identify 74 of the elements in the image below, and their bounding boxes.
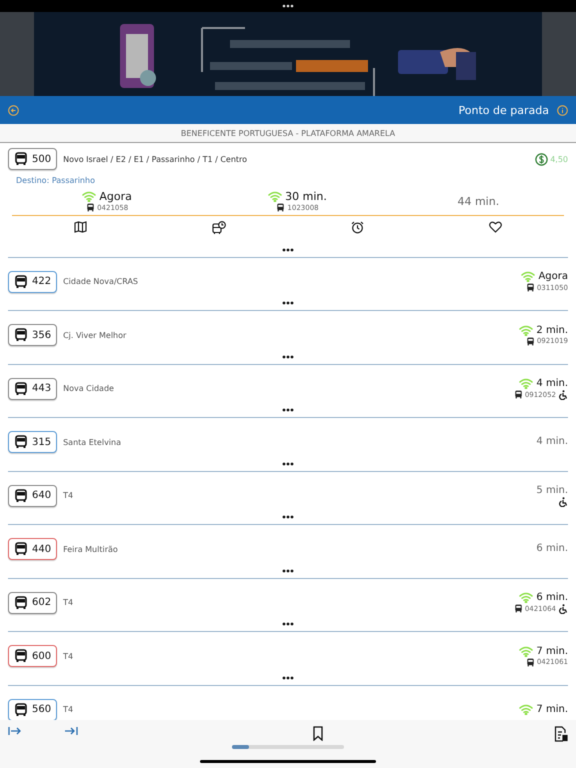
route-badge[interactable]: 602	[8, 592, 58, 614]
route-badge[interactable]: 560	[8, 698, 58, 720]
more-icon[interactable]	[282, 354, 294, 358]
route-badge[interactable]: 315	[8, 431, 58, 453]
bus-icon	[14, 488, 28, 502]
bus-icon	[514, 604, 523, 613]
arrow-to-start-icon[interactable]	[8, 726, 22, 736]
route-name: T4	[63, 705, 74, 714]
bus-icon	[514, 390, 523, 399]
route-name: T4	[63, 598, 74, 607]
bus-icon	[14, 152, 28, 166]
arrival-time: 44 min.	[457, 194, 500, 208]
alarm-icon[interactable]	[350, 221, 364, 234]
arrival-time: 4 min.	[536, 436, 568, 447]
route-name: Nova Cidade	[63, 384, 115, 393]
route-name: Novo Israel / E2 / E1 / Passarinho / T1 / Centro	[63, 154, 248, 164]
bus-icon	[14, 328, 28, 342]
document-icon[interactable]	[554, 726, 568, 742]
more-icon[interactable]	[282, 568, 294, 572]
arrival-time: Agora	[538, 271, 568, 282]
fare-price: 4,50	[550, 154, 568, 164]
route-badge[interactable]: 440	[8, 538, 58, 560]
page-title: Ponto de parada	[458, 104, 549, 116]
bus-icon	[14, 435, 28, 449]
more-icon[interactable]	[282, 515, 294, 519]
arrow-to-end-icon[interactable]	[64, 726, 78, 736]
arrival-time: 7 min.	[536, 704, 568, 714]
arrival-time: 6 min.	[536, 592, 568, 602]
route-badge[interactable]: 356	[8, 324, 58, 346]
route-name: T4	[63, 652, 74, 660]
route-badge[interactable]: 422	[8, 270, 58, 292]
arrival-time: 30 min.	[285, 190, 327, 203]
bus-icon	[276, 203, 286, 212]
more-icon[interactable]	[282, 248, 294, 252]
more-icon[interactable]	[282, 462, 294, 466]
bus-icon	[14, 382, 28, 396]
info-icon[interactable]	[557, 104, 568, 116]
bus-icon	[14, 702, 28, 716]
bus-icon	[14, 542, 28, 556]
arrival-time: 6 min.	[536, 543, 568, 554]
bus-icon	[14, 649, 28, 663]
more-icon[interactable]	[282, 622, 294, 626]
route-name: Cidade Nova/CRAS	[63, 277, 140, 286]
bus-icon	[14, 596, 28, 610]
arrival-time: 2 min.	[536, 324, 568, 336]
bus-icon	[14, 274, 28, 288]
bus-icon	[526, 336, 535, 346]
more-icon[interactable]	[282, 676, 294, 680]
heart-icon[interactable]	[488, 221, 502, 233]
arrival-time: 4 min.	[536, 378, 568, 388]
back-icon[interactable]	[8, 104, 19, 116]
bus-icon	[526, 283, 535, 292]
route-name: Santa Etelvina	[63, 438, 122, 446]
arrival-time: Agora	[99, 190, 132, 203]
bookmark-icon[interactable]	[312, 726, 324, 741]
more-icon[interactable]	[282, 408, 294, 412]
route-name: Cj. Viver Melhor	[63, 330, 128, 340]
bus-clock-icon[interactable]	[212, 221, 226, 235]
stop-name: BENEFICENTE PORTUGUESA - PLATAFORMA AMARELA	[0, 124, 576, 143]
route-name: T4	[63, 491, 74, 500]
map-icon[interactable]	[74, 221, 88, 233]
route-badge[interactable]: 443	[8, 378, 58, 400]
more-icon[interactable]	[282, 4, 294, 8]
route-badge[interactable]: 500	[8, 148, 58, 170]
route-badge[interactable]: 640	[8, 484, 58, 506]
bus-icon	[86, 203, 96, 212]
route-name: Feira Multirão	[63, 544, 119, 554]
arrival-time: 7 min.	[536, 646, 568, 656]
arrival-time: 5 min.	[536, 484, 568, 496]
more-icon[interactable]	[282, 301, 294, 305]
dollar-icon	[535, 152, 548, 166]
route-badge[interactable]: 600	[8, 645, 58, 667]
bus-icon	[526, 658, 535, 666]
destination-label: Destino: Passarinho	[16, 176, 96, 185]
